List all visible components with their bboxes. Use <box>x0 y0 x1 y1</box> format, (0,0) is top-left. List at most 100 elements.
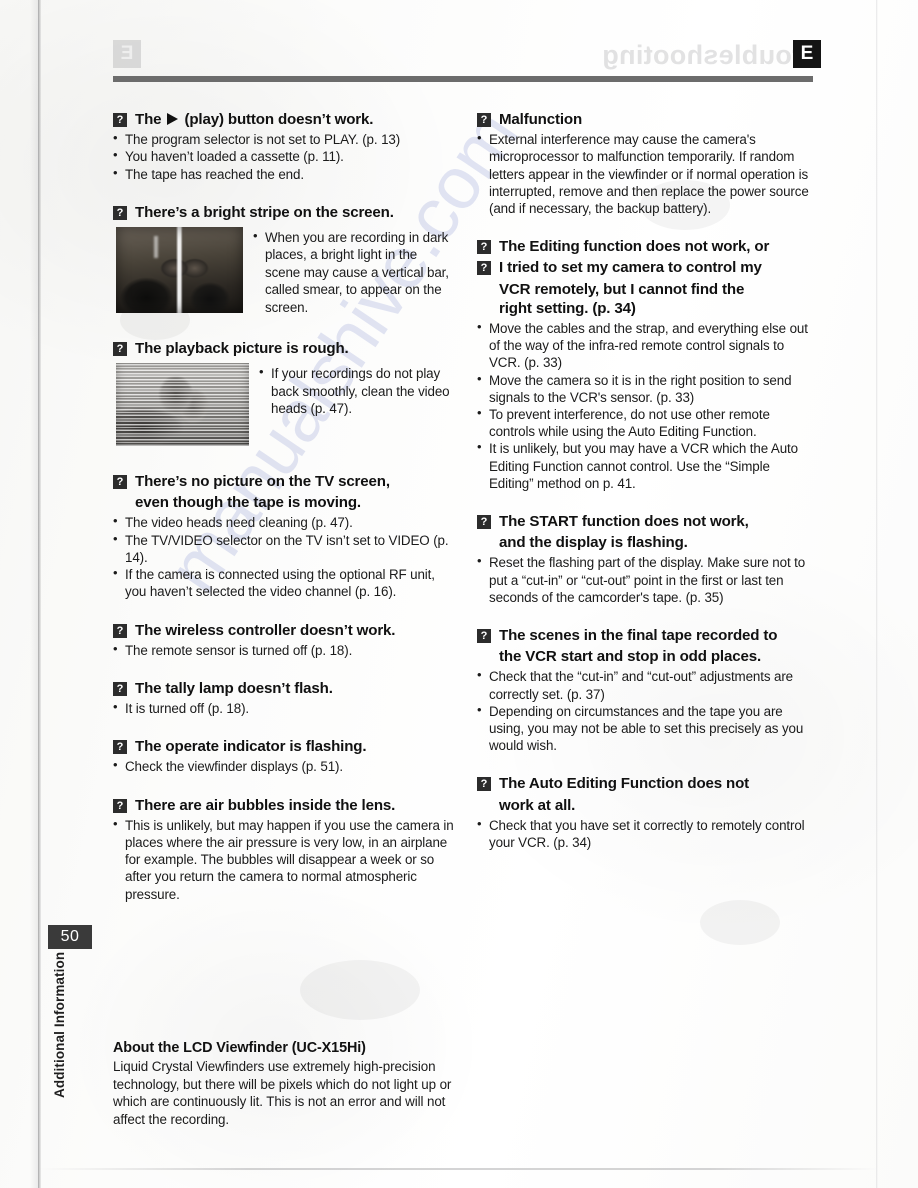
faq-title-secondary: I tried to set my camera to control my <box>499 259 762 277</box>
list-item: It is unlikely, but you may have a VCR w… <box>477 439 817 492</box>
faq-title: There are air bubbles inside the lens. <box>135 796 396 814</box>
faq-title: There’s a bright stripe on the screen. <box>135 203 394 221</box>
lcd-viewfinder-note: About the LCD Viewfinder (UC-X15Hi) Liqu… <box>113 1040 463 1129</box>
faq-heading: ? Malfunction <box>477 110 817 129</box>
section-tab-text: Additional Information <box>52 951 67 1098</box>
faq-playback-rough: ? The playback picture is rough. If your… <box>113 339 455 452</box>
ghost-chapter-title: Troubleshooting <box>602 40 818 70</box>
list-item: The program selector is not set to PLAY.… <box>113 130 455 148</box>
list-item: Depending on circumstances and the tape … <box>477 702 817 755</box>
faq-air-bubbles: ? There are air bubbles inside the lens.… <box>113 796 455 903</box>
section-tab-label: Additional Information <box>52 818 67 1098</box>
faq-heading: ? There’s no picture on the TV screen, <box>113 472 455 491</box>
question-mark-icon: ? <box>477 113 491 127</box>
faq-operate-indicator: ? The operate indicator is flashing. Che… <box>113 737 455 775</box>
list-item: It is turned off (p. 18). <box>113 699 455 717</box>
faq-auto-editing: ? The Auto Editing Function does not wor… <box>477 774 817 851</box>
faq-title-line2: work at all. <box>499 796 576 814</box>
list-item: When you are recording in dark places, a… <box>253 228 455 316</box>
faq-title: The operate indicator is flashing. <box>135 738 367 756</box>
question-mark-icon: ? <box>113 740 127 755</box>
faq-heading: ? The scenes in the final tape recorded … <box>477 626 817 645</box>
list-item: Move the cables and the strap, and every… <box>477 319 817 372</box>
faq-heading: ? The operate indicator is flashing. <box>113 737 455 756</box>
faq-title-post: (play) button doesn’t work. <box>184 111 374 128</box>
faq-malfunction: ? Malfunction External interference may … <box>477 110 817 217</box>
right-column: ? Malfunction External interference may … <box>477 90 817 855</box>
list-item: External interference may cause the came… <box>477 130 817 217</box>
question-mark-icon: ? <box>113 623 127 638</box>
faq-scenes-odd-places: ? The scenes in the final tape recorded … <box>477 626 817 754</box>
smear-photo-image <box>116 226 243 313</box>
left-column: ? The (play) button doesn’t work. The pr… <box>113 90 455 907</box>
faq-title: The (play) button doesn’t work. <box>135 110 373 129</box>
faq-title-line2: and the display is flashing. <box>499 534 688 552</box>
page-content: E Troubleshooting E ? The (play) button … <box>0 0 918 1188</box>
faq-bullet-list: Check that you have set it correctly to … <box>477 816 817 851</box>
list-item: The tape has reached the end. <box>113 165 455 183</box>
faq-bullet-list: It is turned off (p. 18). <box>113 699 455 717</box>
figure-row: When you are recording in dark places, a… <box>113 225 455 319</box>
faq-title: There’s no picture on the TV screen, <box>135 473 390 491</box>
faq-tally-lamp: ? The tally lamp doesn’t flash. It is tu… <box>113 679 455 717</box>
figure-noisy-photo <box>116 363 249 447</box>
faq-title: The tally lamp doesn’t flash. <box>135 679 333 697</box>
figure-row: If your recordings do not play back smoo… <box>113 361 455 452</box>
faq-heading: ? There’s a bright stripe on the screen. <box>113 203 455 222</box>
noisy-photo-image <box>116 363 249 447</box>
language-badge: E <box>793 40 821 68</box>
list-item: If the camera is connected using the opt… <box>113 565 455 600</box>
list-item: Move the camera so it is in the right po… <box>477 371 817 406</box>
faq-title: The Editing function does not work, or <box>499 238 770 256</box>
question-mark-icon: ? <box>113 205 127 220</box>
faq-bullet-list: Check that the “cut-in” and “cut-out” ad… <box>477 667 817 755</box>
faq-heading: ? The playback picture is rough. <box>113 339 455 358</box>
faq-editing-function: ? The Editing function does not work, or… <box>477 237 817 492</box>
faq-title: Malfunction <box>499 111 583 128</box>
faq-heading: ? The tally lamp doesn’t flash. <box>113 679 455 698</box>
list-item: The video heads need cleaning (p. 47). <box>113 513 455 531</box>
faq-bullet-list: The remote sensor is turned off (p. 18). <box>113 641 455 659</box>
question-mark-icon: ? <box>113 475 127 490</box>
faq-heading: ? The wireless controller doesn’t work. <box>113 621 455 640</box>
question-mark-icon: ? <box>113 798 127 813</box>
faq-heading: ? There are air bubbles inside the lens. <box>113 796 455 815</box>
list-item: The remote sensor is turned off (p. 18). <box>113 641 455 659</box>
faq-heading-secondary: ? I tried to set my camera to control my <box>477 258 817 277</box>
faq-heading: ? The Auto Editing Function does not <box>477 774 817 793</box>
faq-heading: ? The START function does not work, <box>477 512 817 531</box>
faq-bullet-list: Reset the flashing part of the display. … <box>477 553 817 606</box>
question-mark-icon: ? <box>113 113 127 127</box>
list-item: If your recordings do not play back smoo… <box>259 364 455 417</box>
faq-title-line2: even though the tape is moving. <box>135 494 361 512</box>
faq-bullet-list: The program selector is not set to PLAY.… <box>113 130 455 183</box>
faq-no-picture-tv: ? There’s no picture on the TV screen, e… <box>113 472 455 600</box>
faq-bright-stripe: ? There’s a bright stripe on the screen.… <box>113 203 455 319</box>
figure-caption-text: When you are recording in dark places, a… <box>253 225 455 316</box>
faq-bullet-list: This is unlikely, but may happen if you … <box>113 816 455 903</box>
play-triangle-icon <box>167 113 179 125</box>
faq-wireless-controller: ? The wireless controller doesn’t work. … <box>113 621 455 659</box>
faq-heading: ? The (play) button doesn’t work. <box>113 110 455 129</box>
question-mark-icon: ? <box>477 629 491 644</box>
list-item: To prevent interference, do not use othe… <box>477 405 817 440</box>
faq-title: The scenes in the final tape recorded to <box>499 627 778 645</box>
faq-title: The playback picture is rough. <box>135 339 349 357</box>
faq-heading: ? The Editing function does not work, or <box>477 237 817 256</box>
figure-smear-photo <box>116 226 243 313</box>
faq-title: The Auto Editing Function does not <box>499 775 750 793</box>
list-item: The TV/VIDEO selector on the TV isn’t se… <box>113 531 455 566</box>
faq-title-line2: VCR remotely, but I cannot find the <box>499 280 745 298</box>
faq-start-function: ? The START function does not work, and … <box>477 512 817 606</box>
faq-title-line3: right setting. (p. 34) <box>499 299 636 317</box>
faq-title: The START function does not work, <box>499 513 749 531</box>
question-mark-icon: ? <box>477 240 491 255</box>
faq-bullet-list: If your recordings do not play back smoo… <box>259 364 455 417</box>
figure-caption-text: If your recordings do not play back smoo… <box>259 361 455 417</box>
faq-title: The wireless controller doesn’t work. <box>135 621 396 639</box>
header-rule <box>113 76 813 82</box>
question-mark-icon: ? <box>477 515 491 530</box>
faq-bullet-list: The video heads need cleaning (p. 47). T… <box>113 513 455 600</box>
faq-play-button: ? The (play) button doesn’t work. The pr… <box>113 110 455 183</box>
question-mark-icon: ? <box>477 777 491 792</box>
